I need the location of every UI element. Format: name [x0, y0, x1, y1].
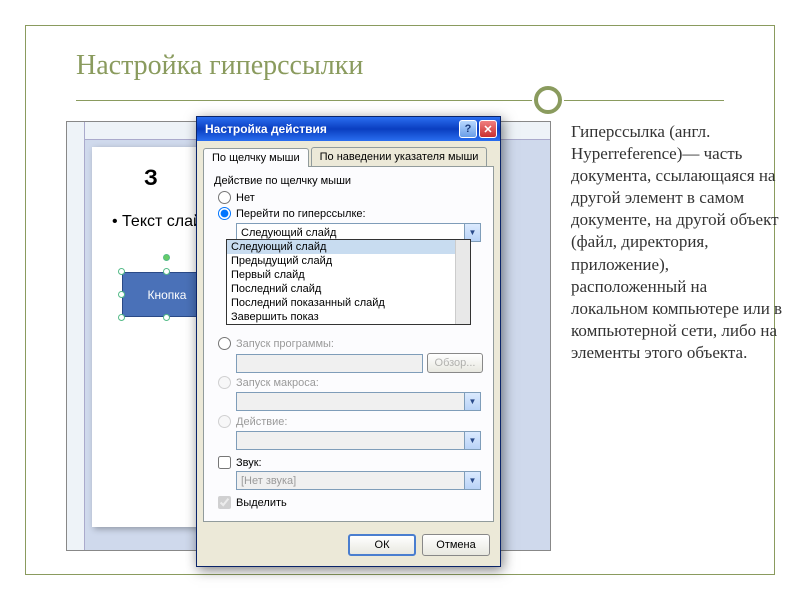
- highlight-checkbox-row: Выделить: [218, 496, 483, 509]
- radio-hyperlink-input[interactable]: [218, 207, 231, 220]
- radio-none[interactable]: Нет: [218, 191, 483, 204]
- dropdown-option[interactable]: Последний слайд: [227, 282, 470, 296]
- chevron-down-icon: ▼: [464, 432, 480, 449]
- macro-combo: ▼: [236, 392, 481, 411]
- title-decoration: [76, 86, 724, 114]
- highlight-label: Выделить: [236, 497, 287, 509]
- dropdown-option[interactable]: Следующий слайд: [227, 240, 470, 254]
- radio-macro: Запуск макроса:: [218, 376, 483, 389]
- action-settings-dialog: Настройка действия ? ✕ По щелчку мыши По…: [196, 116, 501, 567]
- sound-checkbox[interactable]: [218, 456, 231, 469]
- radio-action-input: [218, 415, 231, 428]
- highlight-checkbox: [218, 496, 231, 509]
- dialog-tabs: По щелчку мыши По наведении указателя мы…: [203, 147, 494, 167]
- help-button[interactable]: ?: [459, 120, 477, 138]
- rotate-handle[interactable]: [163, 254, 170, 261]
- resize-handle[interactable]: [163, 314, 170, 321]
- browse-button: Обзор...: [427, 353, 483, 373]
- sound-label: Звук:: [236, 457, 262, 469]
- dropdown-scrollbar[interactable]: [455, 240, 470, 324]
- chevron-down-icon: ▼: [464, 472, 480, 489]
- dropdown-option[interactable]: Завершить показ: [227, 310, 470, 324]
- radio-macro-input: [218, 376, 231, 389]
- dialog-body: Действие по щелчку мыши Нет Перейти по г…: [203, 167, 494, 522]
- radio-program[interactable]: Запуск программы:: [218, 337, 483, 350]
- tab-mouse-click[interactable]: По щелчку мыши: [203, 148, 309, 167]
- combo-selected-value: Следующий слайд: [241, 227, 336, 239]
- ok-button[interactable]: ОК: [348, 534, 416, 556]
- dropdown-option[interactable]: Последний показанный слайд: [227, 296, 470, 310]
- resize-handle[interactable]: [118, 291, 125, 298]
- sound-checkbox-row[interactable]: Звук:: [218, 456, 483, 469]
- ruler-vertical: [67, 122, 85, 550]
- resize-handle[interactable]: [118, 268, 125, 275]
- dialog-footer: ОК Отмена: [197, 528, 500, 566]
- shape-label: Кнопка: [148, 288, 187, 302]
- slide-frame: Настройка гиперссылки З Текст слайд Кноп…: [25, 25, 775, 575]
- radio-none-label: Нет: [236, 192, 255, 204]
- page-title: Настройка гиперссылки: [76, 50, 363, 82]
- radio-none-input[interactable]: [218, 191, 231, 204]
- action-combo: ▼: [236, 431, 481, 450]
- dropdown-option[interactable]: Предыдущий слайд: [227, 254, 470, 268]
- resize-handle[interactable]: [163, 268, 170, 275]
- chevron-down-icon: ▼: [464, 393, 480, 410]
- radio-program-input[interactable]: [218, 337, 231, 350]
- radio-action-label: Действие:: [236, 416, 287, 428]
- program-path-field: [236, 354, 423, 373]
- radio-hyperlink[interactable]: Перейти по гиперссылке:: [218, 207, 483, 220]
- close-button[interactable]: ✕: [479, 120, 497, 138]
- hyperlink-dropdown-list: Следующий слайд Предыдущий слайд Первый …: [226, 239, 471, 325]
- radio-macro-label: Запуск макроса:: [236, 377, 319, 389]
- radio-program-label: Запуск программы:: [236, 338, 334, 350]
- radio-action: Действие:: [218, 415, 483, 428]
- dialog-titlebar[interactable]: Настройка действия ? ✕: [197, 117, 500, 141]
- description-text: Гиперссылка (англ. Hyperreference)— част…: [571, 121, 786, 364]
- radio-hyperlink-label: Перейти по гиперссылке:: [236, 208, 366, 220]
- cancel-button[interactable]: Отмена: [422, 534, 490, 556]
- dialog-title: Настройка действия: [205, 122, 327, 136]
- dropdown-option[interactable]: Первый слайд: [227, 268, 470, 282]
- sound-combo: [Нет звука] ▼: [236, 471, 481, 490]
- sound-value: [Нет звука]: [241, 475, 296, 487]
- tab-mouse-over[interactable]: По наведении указателя мыши: [311, 147, 488, 166]
- action-group-label: Действие по щелчку мыши: [214, 175, 483, 187]
- resize-handle[interactable]: [118, 314, 125, 321]
